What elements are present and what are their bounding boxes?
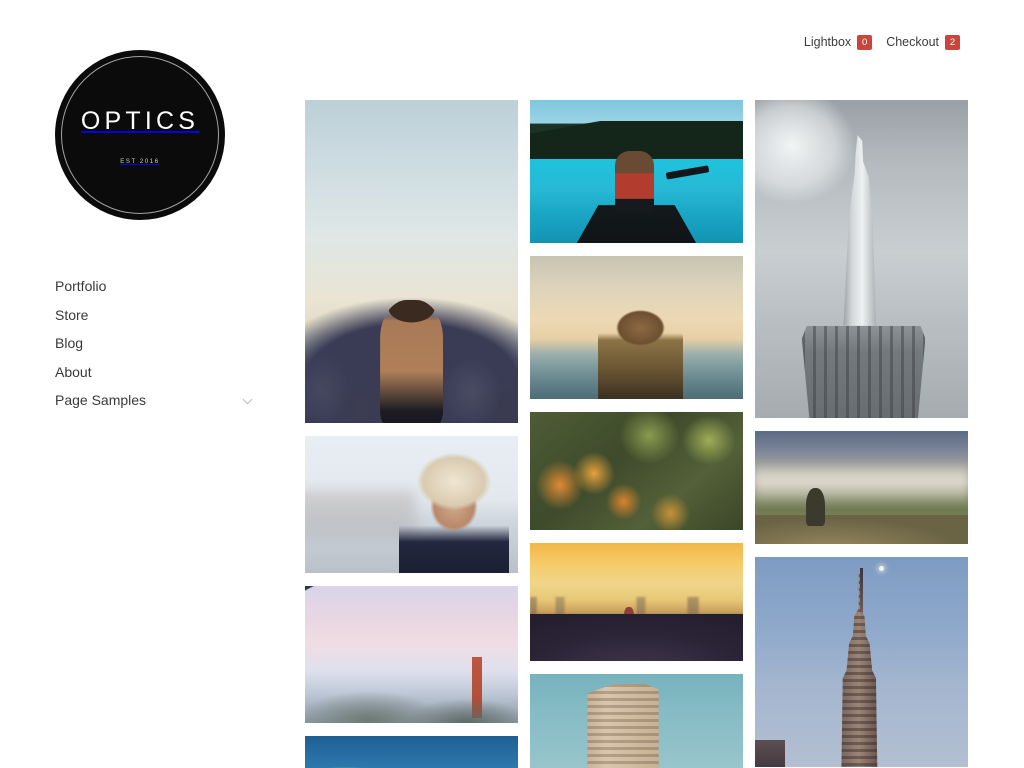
thumbnail-image [755, 431, 968, 544]
thumbnail-detail [755, 739, 785, 767]
checkout-label: Checkout [886, 35, 939, 50]
thumbnail-detail [615, 151, 654, 212]
chevron-down-icon[interactable] [244, 396, 253, 405]
thumbnail-detail [801, 325, 926, 418]
sidebar-item-blog[interactable]: Blog [55, 329, 260, 358]
thumbnail-detail [755, 514, 968, 544]
lightbox-label: Lightbox [803, 35, 852, 50]
logo-circle: OPTICS EST 2016 [55, 50, 225, 220]
thumbnail-detail [623, 606, 635, 626]
portfolio-gallery: Surfer on rocky beach at dawn Woman in f… [305, 100, 970, 768]
sidebar-item-label: About [55, 363, 92, 380]
thumbnail-detail [666, 164, 710, 180]
moon-icon [878, 565, 885, 572]
gallery-item-scarf-sunset[interactable]: Traveler in scarf at beach sunset [530, 256, 743, 399]
checkout-link[interactable]: Checkout 2 [886, 35, 960, 50]
thumbnail-detail [472, 657, 482, 718]
gallery-item-surfer[interactable]: Surfer on rocky beach at dawn [305, 100, 518, 423]
sidebar-item-about[interactable]: About [55, 358, 260, 387]
site-logo[interactable]: OPTICS EST 2016 [55, 50, 225, 220]
gallery-item-golden-city[interactable]: Cyclists in golden hazy cityscape [530, 543, 743, 661]
thumbnail-image [530, 543, 743, 661]
gallery-item-canoe[interactable]: Canoe on turquoise lake [530, 100, 743, 243]
gallery-item-foggy-summit[interactable]: Hiker on foggy mountain summit [755, 431, 968, 544]
sidebar-item-store[interactable]: Store [55, 301, 260, 330]
page-root: Lightbox 0 Checkout 2 OPTICS EST 2016 Po… [0, 0, 1024, 768]
main-navigation: Portfolio Store Blog About Page Samples [55, 272, 260, 415]
gallery-column-1: Surfer on rocky beach at dawn Woman in f… [305, 100, 518, 768]
gallery-column-3: Statue of Liberty in black and white Hik… [755, 100, 968, 768]
thumbnail-image [305, 436, 518, 573]
thumbnail-detail [305, 313, 518, 423]
top-utility-nav: Lightbox 0 Checkout 2 [804, 35, 960, 50]
thumbnail-image [305, 586, 518, 723]
gallery-column-2: Canoe on turquoise lake Traveler in scar… [530, 100, 743, 768]
thumbnail-image [530, 256, 743, 399]
gallery-item-mountain-sunset[interactable]: Mountain ridge at sunset [305, 736, 518, 768]
sidebar: OPTICS EST 2016 Portfolio Store Blog Abo… [0, 0, 300, 768]
gallery-item-fur-hood[interactable]: Woman in fur hood in snow [305, 436, 518, 573]
gallery-item-golden-gate[interactable]: Golden Gate Bridge in pastel fog [305, 586, 518, 723]
gallery-item-statue-of-liberty[interactable]: Statue of Liberty in black and white [755, 100, 968, 418]
thumbnail-detail [841, 573, 878, 767]
logo-established-text: EST 2016 [120, 159, 160, 165]
gallery-item-autumn-forest[interactable]: Aerial view of autumn forest [530, 412, 743, 530]
thumbnail-image [305, 736, 518, 768]
gallery-item-flatiron[interactable]: Flatiron Building against teal sky [530, 674, 743, 768]
logo-wordmark: OPTICS [80, 107, 200, 135]
thumbnail-detail [843, 134, 877, 326]
thumbnail-image [755, 100, 968, 418]
sidebar-item-label: Portfolio [55, 278, 107, 295]
sidebar-item-label: Store [55, 306, 89, 323]
thumbnail-detail [859, 567, 864, 614]
sidebar-item-page-samples[interactable]: Page Samples [55, 386, 260, 415]
thumbnail-image [305, 100, 518, 423]
thumbnail-image [530, 674, 743, 768]
checkout-count-badge: 2 [945, 35, 960, 50]
thumbnail-image [755, 557, 968, 767]
lightbox-link[interactable]: Lightbox 0 [803, 35, 873, 50]
sidebar-item-label: Blog [55, 335, 84, 352]
sidebar-item-label: Page Samples [55, 392, 147, 409]
lightbox-count-badge: 0 [857, 35, 873, 50]
sidebar-item-portfolio[interactable]: Portfolio [55, 272, 260, 301]
logo-ring-decoration [61, 56, 219, 214]
thumbnail-image [530, 412, 743, 530]
thumbnail-image [530, 100, 743, 243]
gallery-item-empire-state[interactable]: Empire State Building at dusk with moon [755, 557, 968, 767]
